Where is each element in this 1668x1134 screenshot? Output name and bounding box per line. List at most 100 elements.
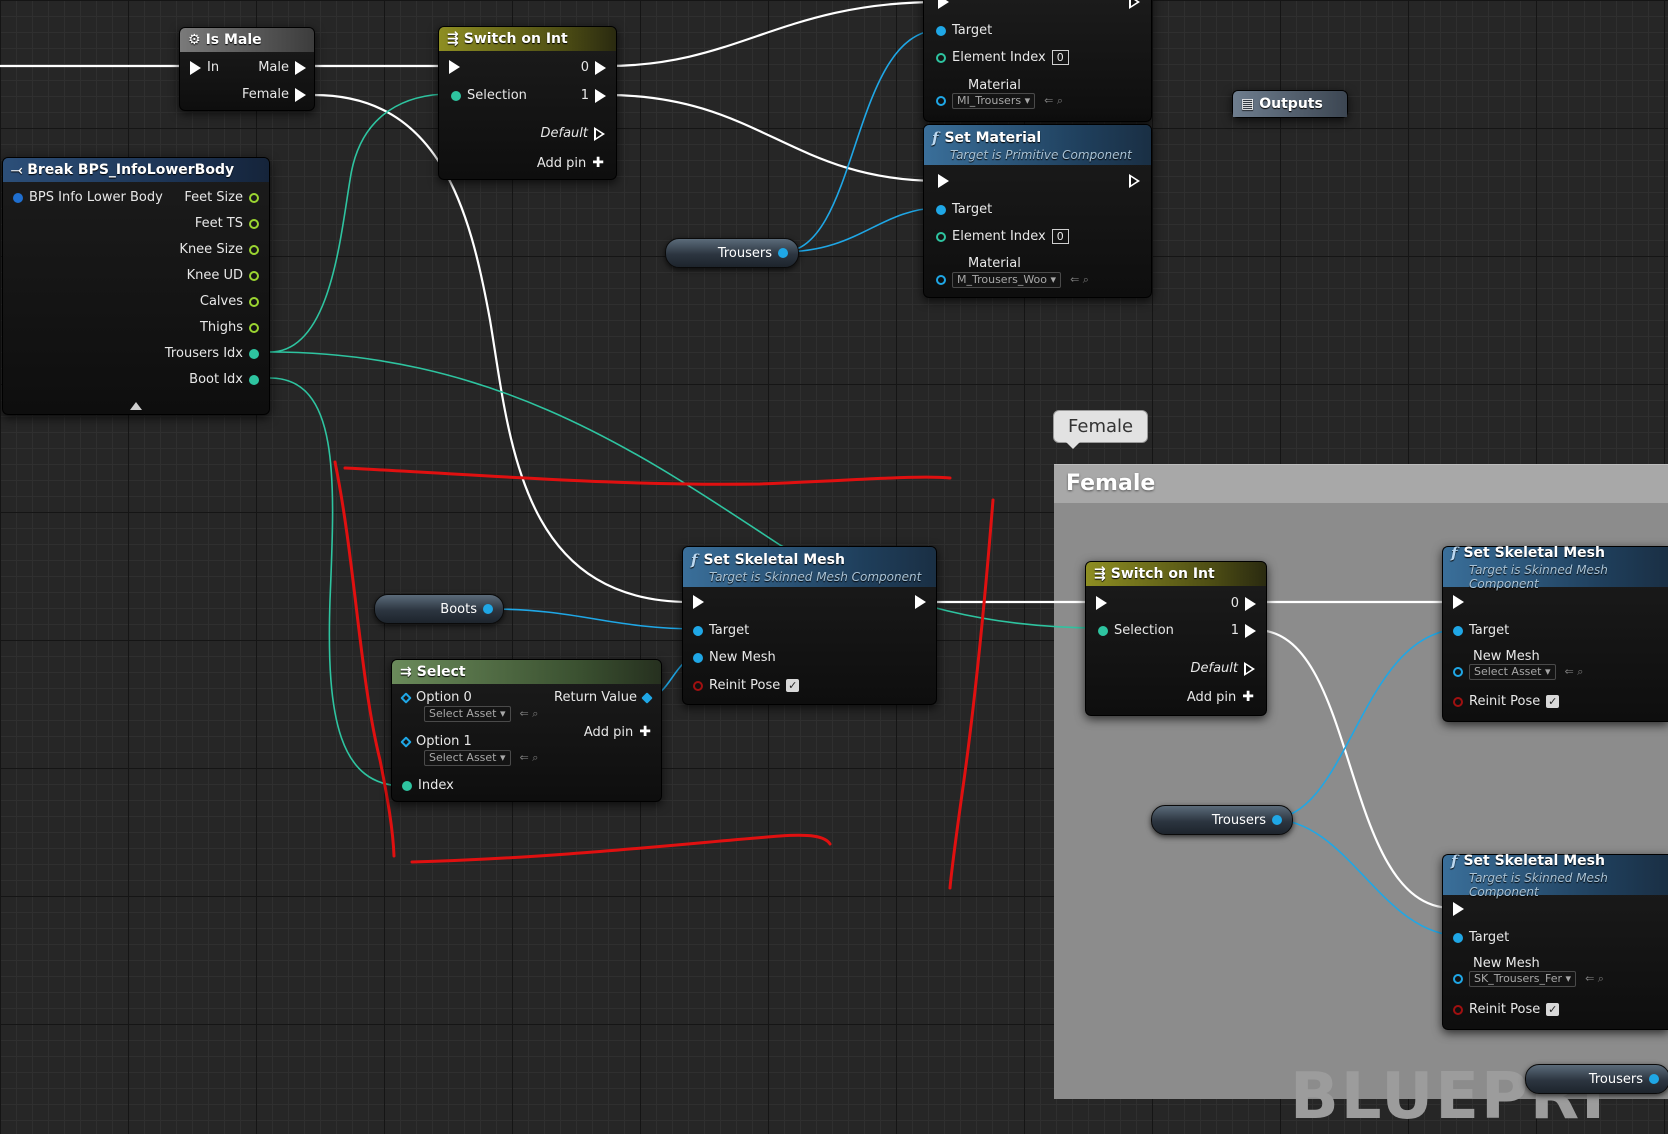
function-f-icon: f (1451, 543, 1458, 562)
target-pin[interactable] (936, 25, 946, 36)
add-pin-button[interactable]: Add pin ✚ (1187, 689, 1254, 705)
element-index-pin[interactable] (936, 231, 946, 242)
use-selected-icon[interactable]: ⇐ ⌕ (1070, 273, 1089, 287)
obj-wire-boots-target (489, 608, 701, 630)
is-male-node[interactable]: ⚙ Is Male In Male Female (179, 27, 315, 111)
int-wire-bootidx-select (269, 377, 405, 787)
switch-icon: ⇶ (1094, 566, 1106, 582)
exec-male-pin[interactable] (295, 60, 306, 75)
set-skeletal-mesh-node[interactable]: f Set Skeletal Mesh Target is Skinned Mesh… (682, 546, 937, 705)
material-dropdown[interactable]: M_Trousers_Woo ▾ (952, 272, 1062, 288)
comment-header[interactable]: Female (1054, 465, 1668, 503)
use-selected-icon[interactable]: ⇐ ⌕ (1044, 94, 1063, 108)
exec-in-pin[interactable] (1453, 902, 1464, 916)
use-selected-icon[interactable]: ⇐ ⌕ (520, 707, 539, 721)
exec-in-pin[interactable] (1096, 596, 1107, 610)
material-pin[interactable] (936, 96, 946, 106)
knee-ud-pin[interactable] (249, 270, 259, 281)
new-mesh-dropdown[interactable]: SK_Trousers_Fer ▾ (1469, 971, 1577, 987)
trousers-variable-node[interactable]: Trousers (665, 238, 799, 268)
trousers-variable-node-female[interactable]: Trousers (1151, 805, 1293, 835)
function-f-icon: f (691, 550, 698, 569)
option0-dropdown[interactable]: Select Asset ▾ (424, 706, 511, 722)
trousers-output-pin[interactable] (1649, 1074, 1659, 1084)
selection-pin[interactable] (1098, 625, 1108, 636)
function-f-icon: f (1451, 851, 1458, 870)
annotation-stroke-left (333, 460, 396, 858)
boots-output-pin[interactable] (483, 604, 493, 614)
target-pin[interactable] (1453, 932, 1463, 943)
option0-pin[interactable] (400, 691, 412, 704)
exec-in-pin[interactable] (938, 174, 949, 188)
use-selected-icon[interactable]: ⇐ ⌕ (520, 751, 539, 765)
new-mesh-pin[interactable] (693, 652, 703, 663)
exec-default-pin[interactable] (1244, 661, 1256, 676)
comment-bubble[interactable]: Female (1053, 410, 1149, 449)
element-index-pin[interactable] (936, 52, 946, 63)
exec-female-pin[interactable] (295, 87, 306, 102)
use-selected-icon[interactable]: ⇐ ⌕ (1565, 665, 1584, 679)
select-node[interactable]: ⇉ Select Option 0 Select Asset ▾ ⇐ ⌕ Retur… (391, 659, 662, 802)
return-value-pin[interactable] (641, 691, 653, 704)
reinit-pose-checkbox[interactable]: ✓ (1546, 1003, 1560, 1016)
exec-out1-pin[interactable] (1245, 623, 1256, 638)
new-mesh-pin[interactable] (1453, 667, 1463, 677)
boots-variable-node[interactable]: Boots (374, 594, 504, 624)
new-mesh-dropdown[interactable]: Select Asset ▾ (1469, 664, 1556, 680)
exec-in-pin[interactable] (938, 0, 949, 9)
switch-on-int-female-node[interactable]: ⇶ Switch on Int 0 Selection 1 Default Add… (1085, 561, 1267, 716)
collapse-arrow-icon[interactable] (130, 402, 142, 410)
exec-out1-pin[interactable] (595, 88, 606, 103)
reinit-pose-pin[interactable] (693, 680, 703, 691)
exec-wire-switch0-top (605, 0, 941, 68)
reinit-pose-pin[interactable] (1453, 1004, 1463, 1015)
use-selected-icon[interactable]: ⇐ ⌕ (1585, 972, 1604, 986)
break-struct-node[interactable]: ⤙ Break BPS_InfoLowerBody BPS Info Lower … (2, 157, 270, 415)
reinit-pose-pin[interactable] (1453, 696, 1463, 707)
index-pin[interactable] (402, 780, 412, 791)
outputs-node[interactable]: ▤ Outputs (1232, 90, 1348, 118)
add-pin-button[interactable]: Add pin ✚ (537, 155, 604, 171)
option1-pin[interactable] (400, 735, 412, 748)
option1-dropdown[interactable]: Select Asset ▾ (424, 750, 511, 766)
exec-out-pin[interactable] (1129, 0, 1141, 9)
trousers-idx-pin[interactable] (249, 348, 259, 359)
target-pin[interactable] (1453, 625, 1463, 636)
exec-in-pin[interactable] (190, 60, 201, 75)
set-material-node-top[interactable]: Target Element Index 0 Material MI_Trouse… (923, 0, 1152, 122)
reinit-pose-checkbox[interactable]: ✓ (1546, 695, 1560, 708)
set-material-node[interactable]: f Set Material Target is Primitive Compone… (923, 124, 1152, 298)
selection-pin[interactable] (451, 90, 461, 101)
material-pin[interactable] (936, 275, 946, 285)
set-skeletal-mesh-node-right-bottom[interactable]: f Set Skeletal Mesh Target is Skinned Mesh… (1442, 851, 1668, 1030)
knee-size-pin[interactable] (249, 244, 259, 255)
trousers-output-pin[interactable] (1272, 815, 1282, 825)
exec-out0-pin[interactable] (595, 60, 606, 75)
new-mesh-pin[interactable] (1453, 974, 1463, 984)
calves-pin[interactable] (249, 296, 259, 307)
feet-ts-pin[interactable] (249, 218, 259, 229)
feet-size-pin[interactable] (249, 192, 259, 203)
exec-out-pin[interactable] (915, 595, 926, 609)
struct-input-pin[interactable] (13, 192, 23, 203)
trousers-output-pin[interactable] (778, 248, 788, 258)
exec-in-pin[interactable] (1453, 595, 1464, 609)
element-index-field[interactable]: 0 (1051, 50, 1069, 65)
element-index-field[interactable]: 0 (1051, 229, 1069, 244)
target-pin[interactable] (936, 204, 946, 215)
exec-in-pin[interactable] (449, 60, 460, 74)
exec-out0-pin[interactable] (1245, 596, 1256, 611)
exec-default-pin[interactable] (594, 126, 606, 141)
exec-in-pin[interactable] (693, 595, 704, 609)
add-pin-button[interactable]: Add pin ✚ (584, 724, 651, 740)
boot-idx-pin[interactable] (249, 374, 259, 385)
reinit-pose-checkbox[interactable]: ✓ (786, 679, 800, 692)
thighs-pin[interactable] (249, 322, 259, 333)
exec-wire-switch1-setmaterial (605, 93, 941, 183)
set-skeletal-mesh-node-right-top[interactable]: f Set Skeletal Mesh Target is Skinned Mesh… (1442, 543, 1668, 722)
material-dropdown[interactable]: MI_Trousers ▾ (952, 93, 1036, 109)
trousers-variable-node-bottom[interactable]: Trousers (1525, 1064, 1668, 1094)
switch-on-int-node[interactable]: ⇶ Switch on Int 0 Selection 1 Default Add… (438, 26, 617, 180)
exec-out-pin[interactable] (1129, 174, 1141, 188)
target-pin[interactable] (693, 625, 703, 636)
